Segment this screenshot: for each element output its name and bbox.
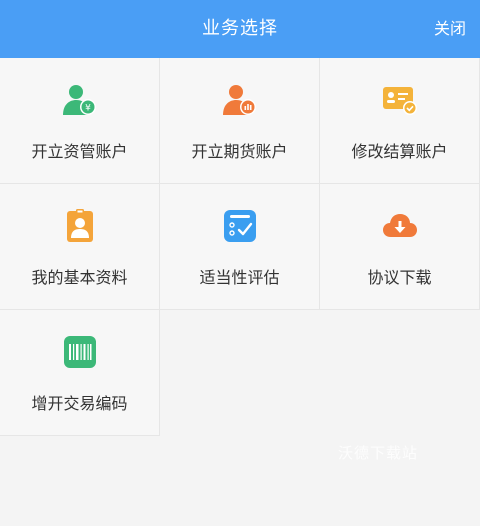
tile-open-asset-account[interactable]: ¥ 开立资管账户 bbox=[0, 58, 160, 184]
id-badge-icon bbox=[67, 209, 93, 242]
tile-my-basic-info[interactable]: 我的基本资料 bbox=[0, 184, 160, 310]
tile-label: 开立资管账户 bbox=[31, 142, 128, 161]
tile-label: 协议下载 bbox=[367, 268, 432, 287]
close-button[interactable]: 关闭 bbox=[434, 0, 466, 58]
card-check-icon bbox=[383, 87, 417, 115]
tile-open-futures-account[interactable]: 开立期货账户 bbox=[160, 58, 320, 184]
barcode-icon bbox=[64, 336, 96, 368]
watermark-text: 沃德下载站 bbox=[338, 444, 419, 462]
top-bar: 业务选择 关闭 bbox=[0, 0, 480, 58]
user-chart-icon bbox=[223, 85, 256, 115]
tile-add-trading-code[interactable]: 增开交易编码 bbox=[0, 310, 160, 436]
page-title: 业务选择 bbox=[202, 18, 278, 39]
tile-label: 适当性评估 bbox=[199, 268, 280, 287]
checklist-icon bbox=[224, 210, 256, 242]
tile-label: 我的基本资料 bbox=[31, 268, 128, 287]
tile-label: 修改结算账户 bbox=[351, 142, 448, 161]
tile-suitability-assessment[interactable]: 适当性评估 bbox=[160, 184, 320, 310]
user-money-icon: ¥ bbox=[63, 85, 96, 115]
svg-text:¥: ¥ bbox=[85, 104, 91, 114]
tile-label: 开立期货账户 bbox=[191, 142, 288, 161]
cloud-download-icon bbox=[383, 214, 417, 237]
tile-modify-settlement-account[interactable]: 修改结算账户 bbox=[320, 58, 480, 184]
tile-label: 增开交易编码 bbox=[31, 394, 128, 413]
tile-agreement-download[interactable]: 协议下载 bbox=[320, 184, 480, 310]
